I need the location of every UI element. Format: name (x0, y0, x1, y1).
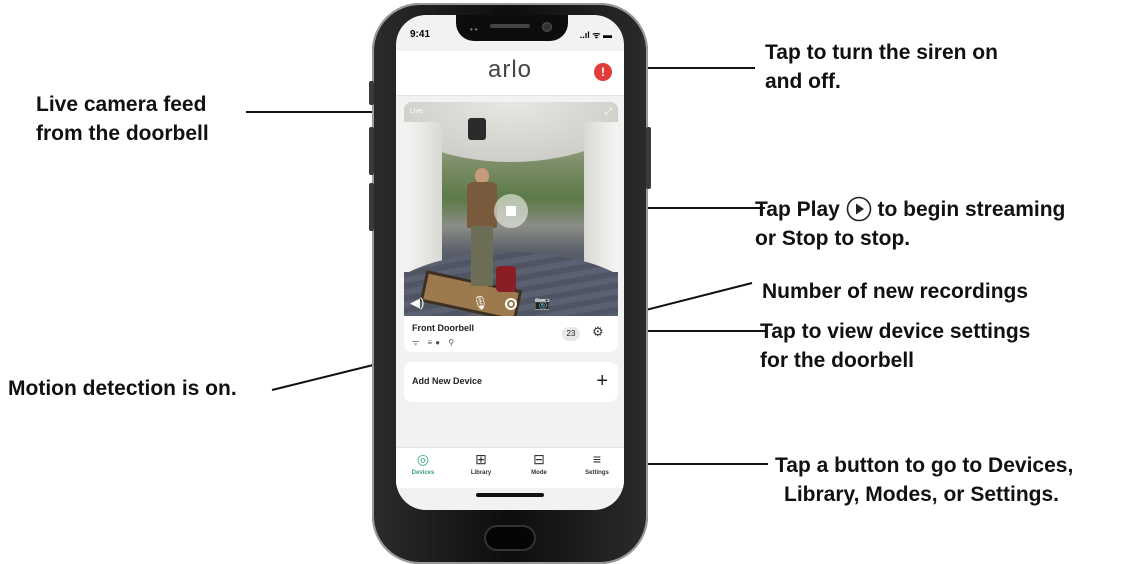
notch: •• (456, 15, 568, 41)
sensor-dots: •• (470, 25, 480, 34)
gear-icon[interactable]: ⚙ (592, 325, 604, 339)
add-new-device-card[interactable]: Add New Device + (404, 362, 618, 402)
callout-play-prefix: Tap Play (755, 198, 840, 221)
status-time: 9:41 (410, 29, 431, 40)
live-label: Live (410, 108, 423, 115)
earpiece-speaker (490, 24, 530, 28)
expand-icon[interactable]: ⤢ (605, 106, 612, 117)
callout-play-stop: Tap Play to begin streaming or Stop to s… (755, 195, 1065, 253)
callout-tabs-line2: Library, Modes, or Settings. (784, 483, 1059, 506)
callout-siren-line2: and off. (765, 70, 841, 93)
arlo-logo: arlo (487, 56, 533, 83)
callout-recordings-line1: Number of new recordings (762, 280, 1029, 303)
app-header: arlo ! (396, 51, 624, 96)
home-indicator[interactable] (476, 493, 544, 497)
callout-motion: Motion detection is on. (8, 374, 237, 403)
callout-settings: Tap to view device settings for the door… (760, 317, 1030, 375)
settings-menu-icon: ≡ (592, 451, 602, 467)
callout-tabs: Tap a button to go to Devices, Library, … (775, 451, 1073, 509)
record-dot (509, 302, 513, 306)
volume-up-button (369, 127, 374, 175)
library-icon: ⊞ (475, 451, 487, 467)
volume-down-button (369, 183, 374, 231)
person-legs (471, 226, 493, 286)
device-name: Front Doorbell (412, 323, 474, 333)
callout-live-feed-line2: from the doorbell (36, 122, 209, 145)
tab-devices[interactable]: ◎ Devices (398, 451, 448, 476)
power-button (646, 127, 651, 189)
record-icon[interactable] (505, 298, 517, 310)
tab-library-label: Library (470, 470, 492, 476)
front-camera (542, 22, 552, 32)
callout-settings-line1: Tap to view device settings (760, 320, 1031, 343)
speaker-icon[interactable]: ◀) (410, 296, 424, 310)
stop-button[interactable] (494, 194, 528, 228)
phone-screen: 9:41 ..ıl ᯤ ▬ •• arlo ! Live ⤢ ◀) 🎙 📷 Fr… (396, 15, 624, 510)
callout-siren: Tap to turn the siren on and off. (765, 38, 998, 96)
new-recordings-badge[interactable]: 23 (562, 327, 580, 341)
tab-library[interactable]: ⊞ Library (456, 451, 506, 476)
device-card[interactable]: Front Doorbell ᯤ ≡● ⚲ 23 ⚙ (404, 316, 618, 352)
feed-package (496, 266, 516, 292)
tab-settings[interactable]: ≡ Settings (572, 451, 622, 476)
stop-icon (506, 206, 516, 216)
callout-tabs-line1: Tap a button to go to Devices, (775, 454, 1074, 477)
callout-motion-line1: Motion detection is on. (8, 377, 237, 400)
person-body (467, 182, 497, 228)
callout-siren-line1: Tap to turn the siren on (765, 41, 998, 64)
tab-mode[interactable]: ⊟ Mode (514, 451, 564, 476)
siren-button[interactable]: ! (594, 63, 612, 81)
callout-play-line2: or Stop to stop. (755, 227, 911, 250)
tab-settings-label: Settings (585, 470, 609, 476)
callout-play-line1: Tap Play to begin streaming (755, 195, 1065, 224)
phone: 9:41 ..ıl ᯤ ▬ •• arlo ! Live ⤢ ◀) 🎙 📷 Fr… (369, 3, 651, 564)
live-camera-feed[interactable]: Live ⤢ ◀) 🎙 📷 (404, 102, 618, 316)
home-button[interactable] (484, 525, 536, 551)
callout-live-feed: Live camera feed from the doorbell (36, 90, 209, 148)
play-icon (846, 196, 871, 222)
tab-bar: ◎ Devices ⊞ Library ⊟ Mode ≡ Settings (396, 447, 624, 488)
callout-live-feed-line1: Live camera feed (36, 93, 207, 116)
callout-play-suffix: to begin streaming (877, 198, 1066, 221)
tab-mode-label: Mode (531, 470, 547, 476)
feed-pillar-left (404, 122, 442, 272)
status-icons: ..ıl ᯤ ▬ (579, 30, 612, 40)
add-device-label: Add New Device (412, 376, 483, 386)
callout-recordings: Number of new recordings (762, 277, 1028, 306)
tab-devices-label: Devices (411, 470, 435, 476)
devices-icon: ◎ (416, 451, 430, 467)
feed-lamp (468, 118, 486, 140)
callout-settings-line2: for the doorbell (760, 349, 914, 372)
microphone-icon[interactable]: 🎙 (472, 296, 489, 310)
feed-pillar-right (584, 122, 618, 272)
device-status-icons: ᯤ ≡● ⚲ (412, 338, 458, 347)
plus-icon[interactable]: + (596, 369, 608, 393)
silent-switch (369, 81, 374, 105)
mode-icon: ⊟ (533, 451, 545, 467)
snapshot-camera-icon[interactable]: 📷 (534, 296, 550, 310)
